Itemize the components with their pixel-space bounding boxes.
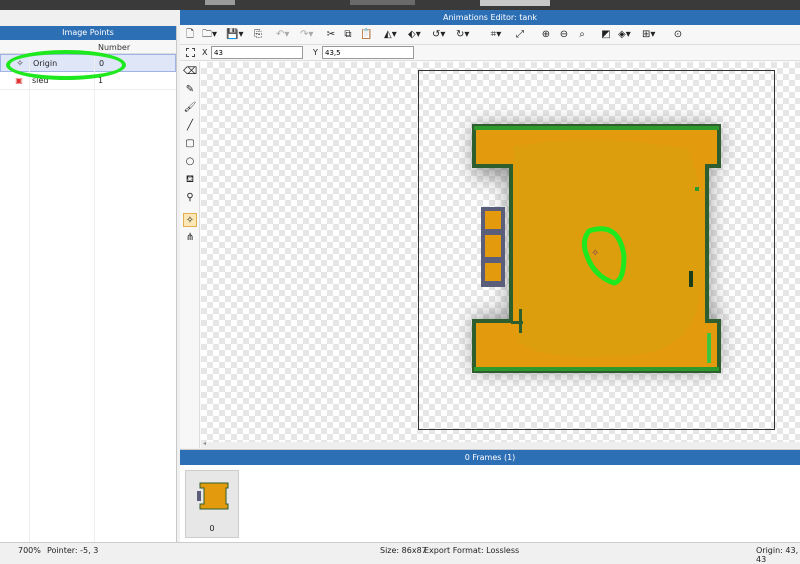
- transparency-icon[interactable]: ◩: [600, 28, 612, 42]
- zoom-in-icon[interactable]: ⊕: [540, 28, 552, 42]
- frame-number: 0: [209, 524, 215, 533]
- status-bar: 700% Pointer: -5, 3 Size: 86x87 Export F…: [0, 542, 800, 564]
- image-point-row-sled[interactable]: ▣ sled 1: [0, 72, 176, 90]
- ellipse-icon[interactable]: ○: [183, 155, 197, 169]
- frame-thumbnail[interactable]: 0: [185, 470, 239, 538]
- pencil-icon[interactable]: ✎: [183, 83, 197, 97]
- sled-point-icon: ▣: [15, 76, 23, 85]
- drawing-canvas[interactable]: ✧: [201, 62, 800, 442]
- export-icon[interactable]: ⎘: [252, 28, 264, 42]
- grid-icon[interactable]: ⊞▾: [642, 28, 655, 42]
- flip-horizontal-icon[interactable]: ◭▾: [384, 28, 397, 42]
- column-number-header[interactable]: Number: [98, 43, 130, 52]
- brush-icon[interactable]: 🖌: [183, 101, 197, 115]
- selection-icon[interactable]: [186, 48, 195, 57]
- image-point-row-origin[interactable]: ✧ Origin 0: [0, 54, 176, 72]
- resize-icon[interactable]: ⤢: [514, 28, 526, 42]
- scroll-left-icon[interactable]: ◂: [203, 440, 206, 447]
- point-name: Origin: [33, 59, 58, 68]
- zoom-fit-icon[interactable]: ⌕: [576, 28, 588, 42]
- rotate-left-icon[interactable]: ↺▾: [432, 28, 445, 42]
- flip-vertical-icon[interactable]: ⬖▾: [408, 28, 421, 42]
- tank-sprite: ✧: [472, 124, 721, 373]
- cut-icon[interactable]: ✂: [325, 28, 337, 42]
- host-tab[interactable]: [205, 0, 235, 5]
- image-points-header: Number: [0, 40, 176, 54]
- point-name: sled: [32, 76, 49, 85]
- y-label: Y: [313, 48, 318, 57]
- horizontal-scrollbar[interactable]: ◂: [201, 440, 800, 448]
- new-file-icon[interactable]: 🗋: [184, 28, 196, 42]
- point-number: 1: [98, 76, 104, 85]
- editor-toolbar: 🗋 🗀▾ 💾▾ ⎘ ↶▾ ↷▾ ✂ ⧉ 📋 ◭▾ ⬖▾ ↺▾ ↻▾ ⌗▾ ⤢ ⊕…: [180, 25, 800, 45]
- copy-icon[interactable]: ⧉: [342, 28, 354, 42]
- column-divider: [29, 54, 30, 542]
- paste-icon[interactable]: 📋: [360, 28, 372, 42]
- open-folder-icon[interactable]: 🗀▾: [202, 28, 217, 42]
- undo-icon[interactable]: ↶▾: [276, 28, 289, 42]
- frames-title: 0 Frames (1): [180, 450, 800, 465]
- rectangle-icon[interactable]: ▢: [183, 137, 197, 151]
- image-points-panel: Image Points Number ✧ Origin 0 ▣ sled 1: [0, 26, 177, 542]
- pointer-position: Pointer: -5, 3: [47, 546, 99, 555]
- tool-palette: ⌫ ✎ 🖌 ╱ ▢ ○ ⛾ ⚲ ✧ ⋔: [180, 62, 200, 448]
- image-size: Size: 86x87: [380, 546, 427, 555]
- x-label: X: [202, 48, 208, 57]
- editor-title: Animations Editor: tank: [180, 10, 800, 25]
- line-icon[interactable]: ╱: [183, 119, 197, 133]
- host-app-titlebar: [0, 0, 800, 10]
- eraser-icon[interactable]: ⌫: [183, 65, 197, 79]
- layers-icon[interactable]: ◈▾: [618, 28, 631, 42]
- zoom-level: 700%: [18, 546, 41, 555]
- y-input[interactable]: [322, 46, 414, 59]
- frame-preview: [197, 482, 229, 510]
- sprite-bounds: ✧: [418, 70, 775, 430]
- eyedropper-icon[interactable]: ⚲: [183, 191, 197, 205]
- animations-editor: Animations Editor: tank 🗋 🗀▾ 💾▾ ⎘ ↶▾ ↷▾ …: [180, 10, 800, 448]
- rotate-right-icon[interactable]: ↻▾: [456, 28, 469, 42]
- crop-icon[interactable]: ⌗▾: [490, 28, 502, 42]
- coordinate-bar: X Y: [180, 45, 800, 61]
- point-number: 0: [99, 59, 105, 68]
- x-input[interactable]: [211, 46, 303, 59]
- fill-bucket-icon[interactable]: ⛾: [183, 173, 197, 187]
- origin-point-icon: ✧: [16, 59, 24, 69]
- image-points-title: Image Points: [0, 26, 176, 40]
- point-tool-icon[interactable]: ✧: [183, 213, 197, 227]
- origin-position: Origin: 43, 43: [756, 546, 799, 564]
- export-format: Export Format: Lossless: [424, 546, 520, 555]
- host-tab[interactable]: [480, 0, 550, 6]
- column-divider: [94, 54, 95, 542]
- host-tab[interactable]: [350, 0, 415, 5]
- save-icon[interactable]: 💾▾: [226, 28, 243, 42]
- svg-text:✧: ✧: [591, 248, 599, 259]
- redo-icon[interactable]: ↷▾: [300, 28, 313, 42]
- play-icon[interactable]: ⊙: [672, 28, 684, 42]
- node-tool-icon[interactable]: ⋔: [183, 231, 197, 245]
- frames-panel: 0 Frames (1) 0: [180, 449, 800, 542]
- zoom-out-icon[interactable]: ⊖: [558, 28, 570, 42]
